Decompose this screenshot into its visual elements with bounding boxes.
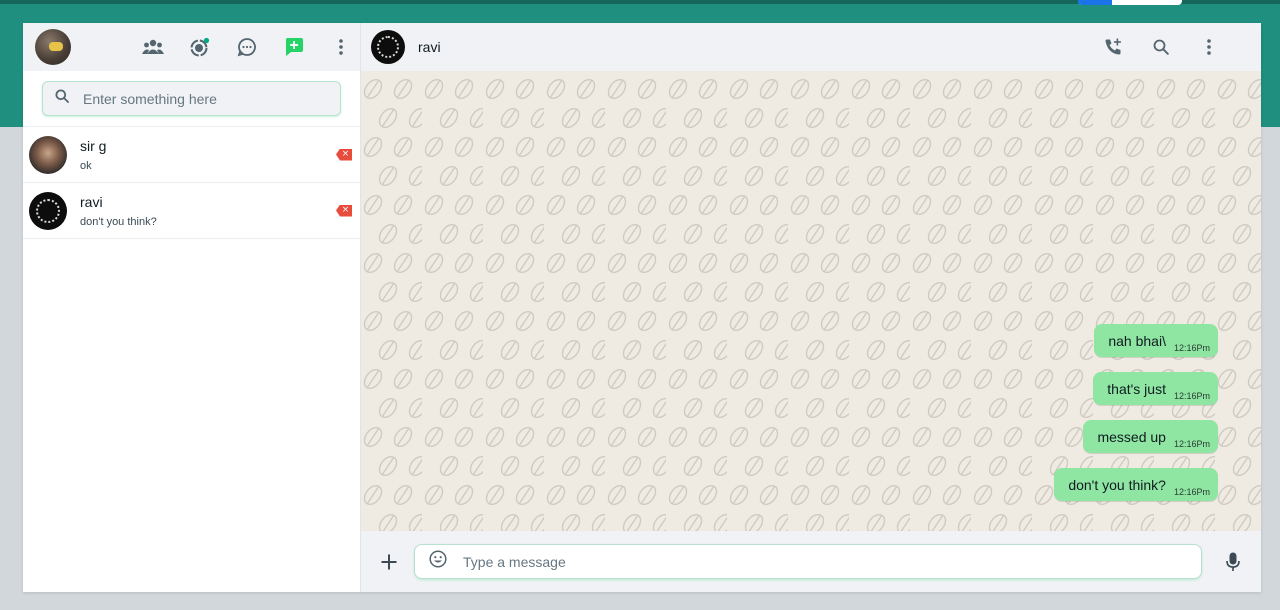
chat-name: ravi [80,194,103,210]
avatar [29,191,67,230]
search-box[interactable] [42,81,341,116]
message-area: nah bhai\ 12:16Pm that's just 12:16Pm me… [361,71,1261,531]
community-icon[interactable] [141,35,165,59]
sidebar-header-icons [141,23,376,71]
delete-chat-icon[interactable]: × [336,148,352,161]
search-icon[interactable] [1149,35,1173,59]
message-time: 12:16Pm [1173,343,1210,353]
outgoing-message[interactable]: don't you think? 12:16Pm [1054,468,1218,501]
search-input[interactable] [83,90,323,107]
message-text: nah bhai\ [1108,332,1166,349]
chat-last-message: don't you think? [80,216,157,228]
message-time: 12:16Pm [1173,391,1210,401]
search-icon [55,89,69,108]
avatar [29,135,67,174]
browser-tab-fragment [1078,0,1182,5]
message-text: that's just [1107,380,1166,397]
message-input-box[interactable] [414,544,1202,579]
chat-last-message: ok [80,160,92,172]
message-text: don't you think? [1068,476,1166,493]
menu-icon[interactable] [1197,35,1221,59]
contact-avatar[interactable] [371,30,405,64]
outgoing-message[interactable]: nah bhai\ 12:16Pm [1094,324,1218,357]
menu-icon[interactable] [329,35,353,59]
sidebar: sir g ok × ravi don't you think? × [23,23,361,592]
microphone-icon[interactable] [1222,551,1244,573]
outgoing-message[interactable]: that's just 12:16Pm [1093,372,1218,405]
app-window: sir g ok × ravi don't you think? × ravi [23,23,1261,592]
add-call-icon[interactable] [1101,35,1125,59]
channels-icon[interactable] [235,35,259,59]
conversation-header: ravi [361,23,1261,71]
chat-list-item[interactable]: ravi don't you think? × [23,183,360,239]
search-bar [23,71,360,127]
emoji-icon[interactable] [429,550,447,573]
new-chat-icon[interactable] [282,35,306,59]
delete-chat-icon[interactable]: × [336,204,352,217]
chat-list: sir g ok × ravi don't you think? × [23,127,360,592]
message-composer [361,531,1261,592]
conversation-panel: ravi nah bhai\ 12:16Pm that's just 12:16… [361,23,1261,592]
conversation-actions [1077,23,1221,71]
message-input[interactable] [463,553,1143,570]
message-list: nah bhai\ 12:16Pm that's just 12:16Pm me… [1054,324,1218,516]
contact-name[interactable]: ravi [418,39,441,55]
user-avatar[interactable] [35,29,71,65]
sidebar-header [23,23,360,71]
attach-plus-icon[interactable] [378,551,400,573]
message-time: 12:16Pm [1173,439,1210,449]
outgoing-message[interactable]: messed up 12:16Pm [1083,420,1218,453]
chat-list-item[interactable]: sir g ok × [23,127,360,183]
status-icon[interactable] [188,35,212,59]
message-text: messed up [1097,428,1166,445]
chat-name: sir g [80,138,107,154]
message-time: 12:16Pm [1173,487,1210,497]
